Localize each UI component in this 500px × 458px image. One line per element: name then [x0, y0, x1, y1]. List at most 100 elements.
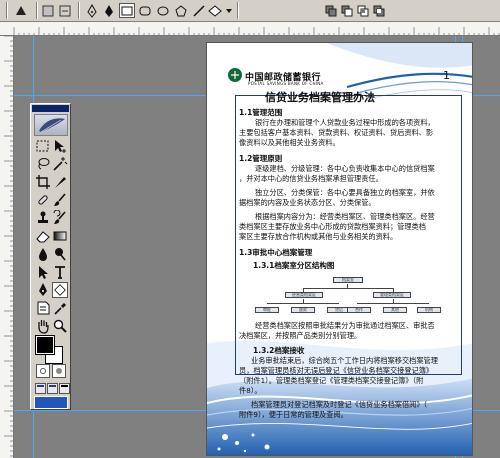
grip-separator [6, 2, 8, 19]
lasso-tool[interactable] [35, 156, 51, 172]
move-icon [55, 140, 66, 153]
paragraph-line: 附件9），便于日常的管理及查阅。 [239, 410, 348, 419]
fill-pixels-button[interactable] [57, 3, 73, 18]
paragraph-line: 像资料以及其他相关业务资料。 [239, 138, 340, 147]
combine-add-button[interactable] [324, 3, 338, 18]
slice-icon [55, 177, 66, 188]
section-heading: 1.1管理范围 [239, 108, 283, 117]
standard-screen-mode-button[interactable] [35, 383, 46, 394]
gradient-icon [53, 231, 67, 241]
clone-stamp-tool[interactable] [35, 210, 51, 226]
healing-brush-tool[interactable] [35, 192, 51, 208]
path-select-icon [39, 266, 48, 279]
add-area-icon [325, 5, 337, 16]
clone-stamp-icon [38, 211, 48, 223]
shape-tool[interactable] [52, 282, 68, 298]
polygon-tool-button[interactable] [173, 3, 189, 18]
document-title: 信贷业务档案管理办法 [265, 91, 375, 104]
standard-mode-button[interactable] [36, 364, 50, 378]
brush-icon [54, 193, 66, 206]
org-node-label: 档案室 [342, 277, 354, 282]
paragraph-line: 件8）。 [239, 386, 262, 395]
full-screen-menu-mode-button[interactable] [47, 383, 58, 394]
org-node-label: 经营类档案区 [292, 292, 316, 297]
org-node-label: 审批 [263, 307, 271, 312]
org-node-label: 其他 [391, 307, 399, 312]
palette-title-bar[interactable] [32, 105, 69, 112]
crop-tool[interactable] [35, 174, 51, 190]
org-node: 机构 [417, 307, 441, 313]
path-selection-tool[interactable] [35, 264, 51, 280]
freeform-pen-icon [105, 4, 113, 17]
adobe-feather-logo[interactable] [34, 114, 68, 136]
full-screen-mode-button[interactable] [59, 383, 70, 394]
rounded-rectangle-button[interactable] [137, 3, 153, 18]
dodge-tool[interactable] [52, 246, 68, 262]
separator [237, 2, 239, 19]
freeform-pen-button[interactable] [101, 3, 117, 18]
fill-pixels-icon [59, 5, 71, 16]
document-canvas[interactable]: 中国邮政储蓄银行 POSTAL SAVINGS BANK OF CHINA 1 … [206, 42, 473, 456]
move-tool[interactable] [52, 138, 68, 154]
hand-tool[interactable] [35, 318, 51, 334]
section-heading: 1.3审批中心档案管理 [239, 248, 313, 257]
line-icon [193, 4, 205, 17]
type-tool[interactable] [52, 264, 68, 280]
standard-mode-icon [40, 368, 46, 374]
gradient-tool[interactable] [52, 228, 68, 244]
quick-mask-mode-button[interactable] [52, 364, 66, 378]
paragraph-line: 经营类档案区按照审批结果分为审批通过档案区、审批否 [255, 321, 435, 330]
intersect-area-icon [357, 5, 369, 16]
history-brush-tool[interactable] [52, 210, 68, 226]
custom-shape-icon [16, 5, 26, 15]
paragraph-line: 案区主要存放合作机构或其他与业务相关的资料。 [239, 232, 398, 241]
org-connector [267, 303, 339, 304]
horizontal-ruler[interactable] [0, 22, 500, 36]
tool-preset-button[interactable] [12, 3, 30, 18]
blur-tool[interactable] [35, 246, 51, 262]
org-node: 合作 [347, 307, 371, 313]
eraser-tool[interactable] [35, 228, 51, 244]
paragraph-line: 员，档案管理员核对无误后登记《信贷业务档案交接登记簿》 [239, 366, 434, 375]
org-node: 审批 [255, 307, 279, 313]
rounded-rectangle-icon [139, 6, 151, 15]
pen-tool[interactable] [35, 282, 51, 298]
page-number: 1 [443, 69, 450, 82]
foreground-color-swatch[interactable] [35, 335, 55, 355]
jump-to-imageready-button[interactable] [34, 396, 68, 409]
path-mode-button[interactable] [40, 3, 56, 18]
blur-icon [39, 248, 47, 261]
separator [36, 2, 38, 19]
screen-mode-icon [49, 385, 56, 387]
rectangular-marquee-tool[interactable] [35, 138, 51, 154]
brush-tool[interactable] [52, 192, 68, 208]
paragraph-line: 主要包括客户基本资料、贷款资料、权证资料、贷后资料、影 [239, 128, 434, 137]
eraser-icon [36, 231, 50, 243]
combine-intersect-button[interactable] [356, 3, 370, 18]
ellipse-icon [157, 6, 169, 15]
shape-options-dropdown[interactable] [225, 3, 233, 18]
custom-shape-button[interactable] [207, 3, 223, 18]
lasso-icon [38, 158, 50, 170]
ellipse-tool-button[interactable] [155, 3, 171, 18]
ruler-ticks [4, 36, 13, 457]
combine-subtract-button[interactable] [340, 3, 354, 18]
line-tool-button[interactable] [191, 3, 207, 18]
eyedropper-tool[interactable] [52, 300, 68, 316]
rectangle-icon [121, 6, 133, 15]
org-node: 档案室 [333, 277, 363, 283]
rectangle-tool-button[interactable] [119, 3, 135, 18]
slice-tool[interactable] [52, 174, 68, 190]
magic-wand-tool[interactable] [52, 156, 68, 172]
bank-logo-english: POSTAL SAVINGS BANK OF CHINA [248, 81, 324, 86]
crop-icon [36, 175, 50, 189]
notes-icon [37, 301, 50, 315]
paragraph-line: 档案管理员对登记档案及时登记《信贷业务档案借阅》（ [251, 400, 428, 409]
paragraph-line: （附件1）。管理类档案登记《管理类档案交接登记簿》（附 [239, 376, 424, 385]
ruler-ticks [13, 27, 500, 35]
notes-tool[interactable] [35, 300, 51, 316]
combine-exclude-button[interactable] [372, 3, 386, 18]
zoom-tool[interactable] [52, 318, 68, 334]
pen-tool-button[interactable] [84, 3, 100, 18]
vertical-ruler[interactable] [0, 36, 14, 458]
